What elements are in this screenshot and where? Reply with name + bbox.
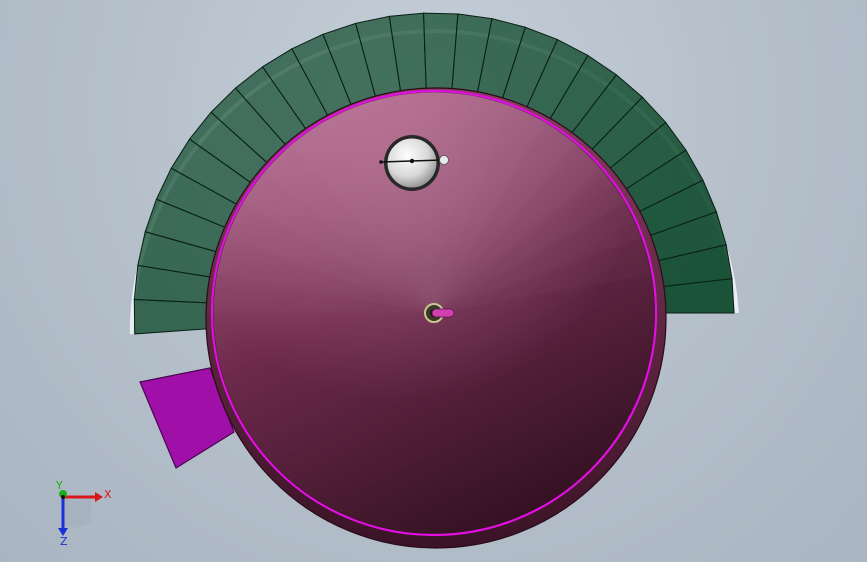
cad-model-view[interactable]: X Y Z [0,0,867,562]
x-axis-label: X [104,488,112,501]
axis-triad-icon [58,490,103,536]
y-axis-label: Y [55,479,63,492]
model-viewport[interactable]: X Y Z [0,0,867,562]
z-axis-label: Z [60,535,68,548]
